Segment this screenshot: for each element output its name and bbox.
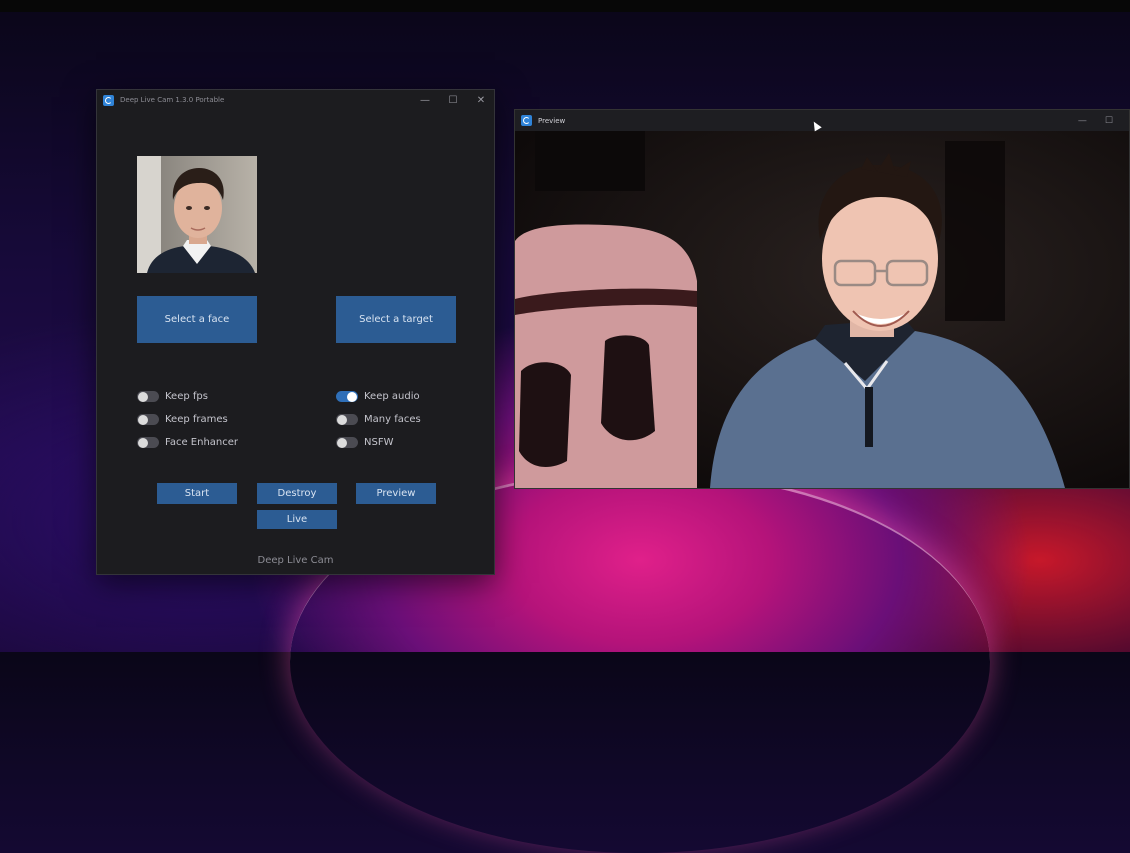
maximize-button[interactable]: ☐ bbox=[446, 95, 460, 106]
top-bar bbox=[0, 0, 1130, 12]
live-preview-video bbox=[515, 131, 1129, 488]
select-face-button[interactable]: Select a face bbox=[137, 296, 257, 343]
keep-fps-switch[interactable] bbox=[137, 391, 159, 402]
face-enhancer-switch[interactable] bbox=[137, 437, 159, 448]
nsfw-switch[interactable] bbox=[336, 437, 358, 448]
preview-logo-icon bbox=[521, 115, 532, 126]
nsfw-label: NSFW bbox=[364, 437, 394, 448]
start-button[interactable]: Start bbox=[157, 483, 237, 504]
source-face-image bbox=[137, 156, 257, 273]
keep-audio-switch[interactable] bbox=[336, 391, 358, 402]
preview-titlebar[interactable]: Preview — ☐ bbox=[515, 110, 1129, 131]
keep-frames-toggle-row[interactable]: Keep frames bbox=[137, 414, 228, 425]
face-enhancer-toggle-row[interactable]: Face Enhancer bbox=[137, 437, 238, 448]
keep-frames-label: Keep frames bbox=[165, 414, 228, 425]
preview-window: Preview — ☐ bbox=[514, 109, 1130, 489]
preview-title: Preview bbox=[538, 116, 566, 125]
keep-audio-label: Keep audio bbox=[364, 391, 420, 402]
close-button[interactable]: ✕ bbox=[474, 95, 488, 106]
many-faces-label: Many faces bbox=[364, 414, 421, 425]
preview-button[interactable]: Preview bbox=[356, 483, 436, 504]
preview-window-controls: — ☐ bbox=[1078, 110, 1113, 131]
window-controls: — ☐ ✕ bbox=[418, 90, 488, 110]
minimize-button[interactable]: — bbox=[418, 95, 432, 106]
app-window: Deep Live Cam 1.3.0 Portable — ☐ ✕ Selec… bbox=[96, 89, 495, 575]
keep-frames-switch[interactable] bbox=[137, 414, 159, 425]
app-logo-icon bbox=[103, 94, 114, 106]
many-faces-switch[interactable] bbox=[336, 414, 358, 425]
preview-minimize-button[interactable]: — bbox=[1078, 116, 1087, 126]
destroy-button[interactable]: Destroy bbox=[257, 483, 337, 504]
many-faces-toggle-row[interactable]: Many faces bbox=[336, 414, 421, 425]
face-enhancer-label: Face Enhancer bbox=[165, 437, 239, 448]
keep-fps-toggle-row[interactable]: Keep fps bbox=[137, 391, 208, 402]
app-titlebar[interactable]: Deep Live Cam 1.3.0 Portable — ☐ ✕ bbox=[97, 90, 494, 110]
preview-maximize-button[interactable]: ☐ bbox=[1105, 116, 1113, 126]
live-button[interactable]: Live bbox=[257, 510, 337, 529]
keep-fps-label: Keep fps bbox=[165, 391, 208, 402]
select-target-button[interactable]: Select a target bbox=[336, 296, 456, 343]
keep-audio-toggle-row[interactable]: Keep audio bbox=[336, 391, 420, 402]
footer-label: Deep Live Cam bbox=[257, 555, 334, 566]
app-title: Deep Live Cam 1.3.0 Portable bbox=[120, 96, 225, 104]
nsfw-toggle-row[interactable]: NSFW bbox=[336, 437, 393, 448]
